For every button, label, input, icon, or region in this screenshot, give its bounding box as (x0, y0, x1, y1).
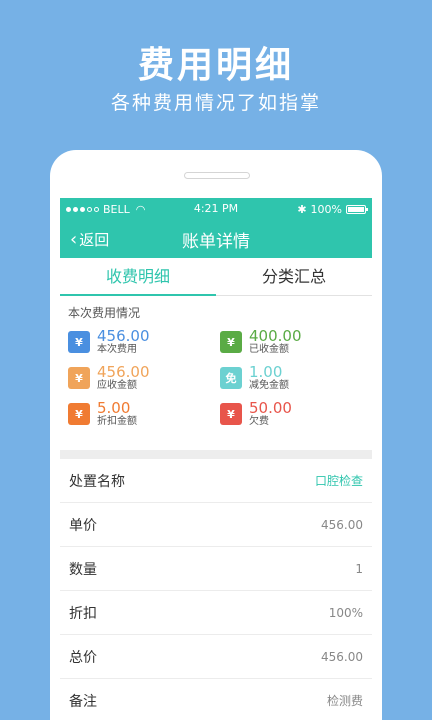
payment-check-icon: ¥ (220, 331, 242, 353)
back-label: 返回 (79, 230, 110, 249)
detail-row: 总价 456.00 (60, 635, 372, 679)
back-button[interactable]: ‹ 返回 (60, 229, 109, 250)
status-time: 4:21 PM (193, 202, 239, 215)
detail-key: 处置名称 (69, 473, 125, 490)
summary-label: 本次费用 (97, 344, 137, 355)
detail-key: 折扣 (69, 605, 97, 622)
summary-label: 折扣金额 (97, 416, 137, 427)
detail-row: 数量 1 (60, 547, 372, 591)
discount-icon: ¥ (68, 403, 90, 425)
money-bag-icon: ¥ (68, 331, 90, 353)
summary-item: ¥5.00 折扣金额 (68, 399, 212, 429)
detail-key: 备注 (69, 693, 97, 710)
arrears-icon: ¥ (220, 403, 242, 425)
detail-value: 100% (328, 605, 363, 620)
summary-label: 欠费 (249, 416, 269, 427)
detail-row: 处置名称 口腔检查 (60, 459, 372, 503)
detail-list: 处置名称 口腔检查单价 456.00 数量 1 折扣 100% 总价 456.00 备注 检测费 (60, 459, 372, 720)
phone-speaker (184, 172, 250, 179)
detail-row: 折扣 100% (60, 591, 372, 635)
app-screen: BELL ◠ 4:21 PM ✱ 100% ‹ 返回 账单详情 收费明细 分类汇… (60, 198, 372, 720)
detail-key: 总价 (69, 649, 97, 666)
summary-label: 减免金额 (249, 380, 289, 391)
detail-value: 1 (355, 561, 363, 576)
summary-label: 已收金额 (249, 344, 289, 355)
detail-row: 备注 检测费 (60, 679, 372, 720)
detail-value: 456.00 (321, 649, 363, 664)
summary-value: 400.00 (249, 327, 302, 345)
detail-key: 数量 (69, 561, 97, 578)
summary-label: 应收金额 (97, 380, 137, 391)
promo-subtitle: 各种费用情况了如指掌 (110, 92, 321, 114)
detail-row: 单价 456.00 (60, 503, 372, 547)
summary-item: ¥400.00 已收金额 (220, 327, 364, 357)
chevron-left-icon: ‹ (70, 228, 78, 250)
summary-item: ¥456.00 应收金额 (68, 363, 212, 393)
status-bar: BELL ◠ 4:21 PM ✱ 100% (60, 198, 372, 220)
nav-bar: ‹ 返回 账单详情 (60, 220, 372, 258)
summary-item: 免 1.00 减免金额 (220, 363, 364, 393)
promo-title: 费用明细 (137, 45, 294, 86)
detail-value: 检测费 (326, 694, 363, 708)
summary-value: 50.00 (249, 399, 292, 417)
summary-title: 本次费用情况 (68, 306, 141, 320)
detail-value: 口腔检查 (314, 474, 363, 488)
summary-item: ¥456.00 本次费用 (68, 327, 212, 357)
tab-charge-details[interactable]: 收费明细 (60, 258, 216, 296)
summary-value: 1.00 (249, 363, 283, 381)
detail-value: 456.00 (321, 517, 363, 532)
tab-bar: 收费明细 分类汇总 (60, 258, 372, 296)
battery-icon (346, 204, 368, 214)
summary-item: ¥50.00 欠费 (220, 399, 364, 429)
house-yen-icon: ¥ (68, 367, 90, 389)
summary-value: 456.00 (97, 327, 150, 345)
detail-key: 单价 (69, 517, 97, 534)
summary-value: 456.00 (97, 363, 150, 381)
fee-summary: 本次费用情况 ¥456.00 本次费用 ¥400.00 已收金额 ¥456.00 应收金额… (60, 296, 372, 450)
section-divider (60, 450, 372, 459)
summary-value: 5.00 (97, 399, 131, 417)
tab-category-summary[interactable]: 分类汇总 (216, 258, 372, 295)
waiver-icon: 免 (220, 367, 242, 389)
